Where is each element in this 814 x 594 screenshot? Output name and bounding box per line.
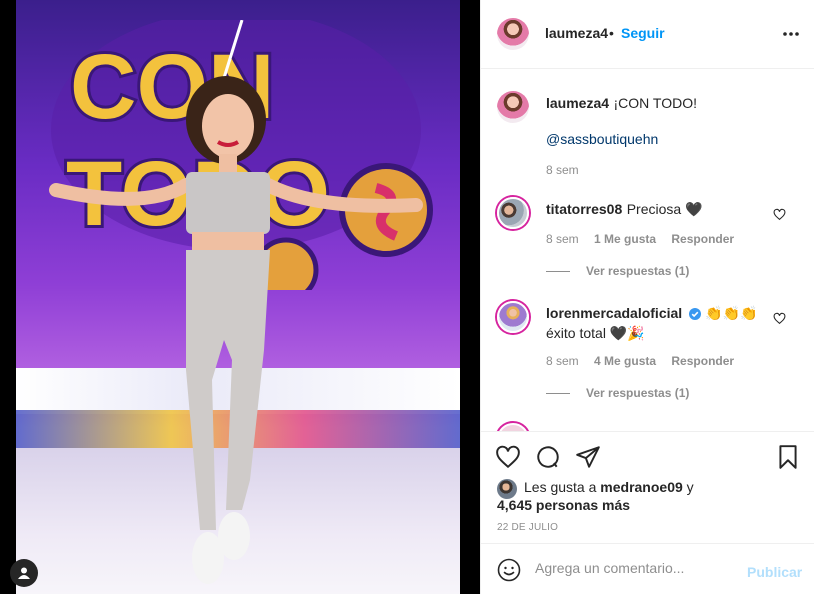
comment-time[interactable]: 8 sem (546, 232, 579, 246)
caption-username[interactable]: laumeza4 (546, 95, 609, 111)
comment-meta: 8 sem 4 Me gusta Responder (546, 354, 734, 368)
more-icon[interactable] (781, 24, 801, 44)
likes-connector: y (686, 479, 694, 495)
comment-avatar[interactable] (497, 197, 529, 229)
comment-likes[interactable]: 4 Me gusta (594, 354, 656, 368)
bookmark-icon[interactable] (775, 444, 801, 470)
likes-prefix: Les gusta a (524, 479, 597, 495)
author-avatar[interactable] (497, 18, 529, 50)
comment-text: 👏👏👏 (705, 305, 758, 321)
comment-username[interactable]: titatorres08 (546, 201, 622, 217)
comment-text-line2: éxito total 🖤🎉 (546, 325, 645, 341)
post-side-panel: laumeza4 • Seguir laumeza4 ¡CON TODO! @s… (480, 0, 814, 594)
likes-summary: Les gusta a medranoe09 y (524, 479, 694, 495)
comment-meta: 8 sem 1 Me gusta Responder (546, 232, 734, 246)
comment-text: Preciosa 🖤 (626, 201, 703, 217)
caption-avatar[interactable] (497, 91, 529, 123)
add-comment-bar: Publicar (481, 543, 814, 594)
heart-icon[interactable] (495, 444, 521, 470)
view-replies[interactable]: Ver respuestas (1) (546, 264, 689, 278)
view-replies-label[interactable]: Ver respuestas (1) (586, 264, 689, 278)
post-date[interactable]: 22 DE JULIO (497, 522, 558, 533)
caption-mention[interactable]: @sassboutiquehn (546, 131, 658, 147)
likes-user[interactable]: medranoe09 (600, 479, 682, 495)
verified-icon (688, 307, 701, 325)
comment-input[interactable] (535, 558, 735, 578)
view-replies[interactable]: Ver respuestas (1) (546, 386, 689, 400)
caption-time[interactable]: 8 sem (546, 163, 579, 177)
comments-list[interactable]: laumeza4 ¡CON TODO! @sassboutiquehn 8 se… (481, 69, 814, 431)
post-actions: Les gusta a medranoe09 y 4,645 personas … (481, 431, 814, 543)
post-photo[interactable]: CON TODO (16, 0, 460, 594)
comment-reply-button[interactable]: Responder (671, 232, 734, 246)
comment-likes[interactable]: 1 Me gusta (594, 232, 656, 246)
view-replies-line (546, 271, 570, 273)
photo-person (49, 76, 423, 584)
author-username[interactable]: laumeza4 (545, 25, 608, 41)
comment-time[interactable]: 8 sem (546, 354, 579, 368)
caption: laumeza4 ¡CON TODO! (546, 95, 697, 113)
follow-button[interactable]: Seguir (621, 25, 665, 41)
comment-body: lorenmercadaloficial 👏👏👏 éxito total 🖤🎉 (546, 305, 766, 343)
view-replies-label[interactable]: Ver respuestas (1) (586, 386, 689, 400)
comment-like-heart-icon[interactable] (773, 312, 786, 325)
comment-like-heart-icon[interactable] (773, 208, 786, 221)
post-header: laumeza4 • Seguir (481, 0, 814, 69)
comment-avatar[interactable] (497, 423, 529, 431)
user-tag-icon[interactable] (10, 559, 38, 587)
likes-count[interactable]: 4,645 personas más (497, 497, 630, 513)
post-photo-area: CON TODO (0, 0, 480, 594)
comment-body: titatorres08 Preciosa 🖤 (546, 201, 703, 219)
comment-username[interactable]: lorenmercadaloficial (546, 305, 682, 321)
comment-avatar[interactable] (497, 301, 529, 333)
view-replies-line (546, 393, 570, 395)
publish-button[interactable]: Publicar (747, 564, 802, 580)
caption-text: ¡CON TODO! (613, 95, 698, 111)
comment-icon[interactable] (535, 444, 561, 470)
comment-reply-button[interactable]: Responder (671, 354, 734, 368)
header-separator: • (609, 25, 614, 41)
emoji-icon[interactable] (497, 558, 521, 582)
liker-avatar[interactable] (497, 479, 517, 499)
share-icon[interactable] (575, 444, 601, 470)
